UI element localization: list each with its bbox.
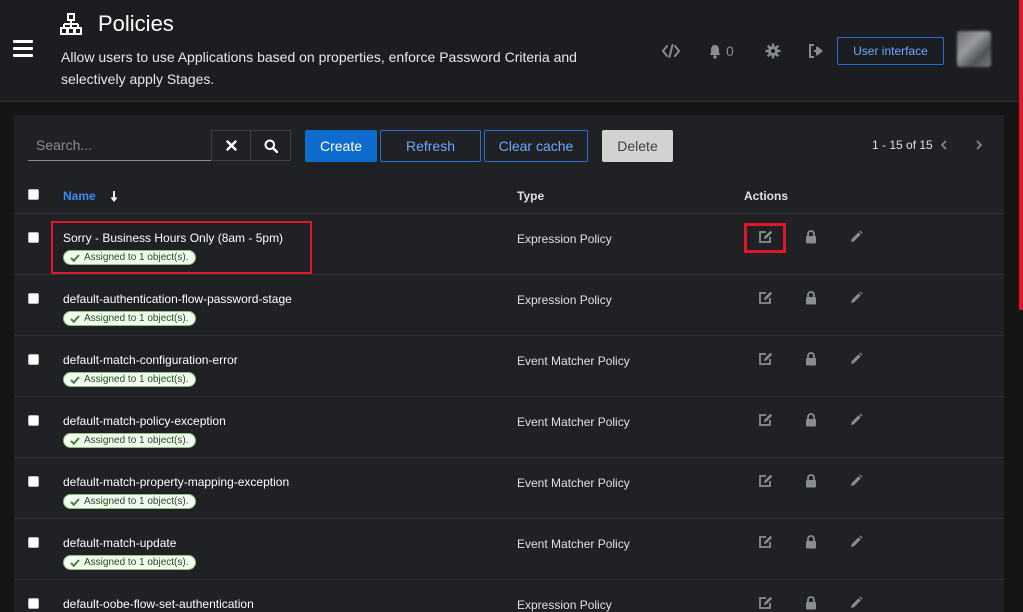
lock-icon[interactable] (803, 351, 819, 367)
edit-icon[interactable] (757, 351, 773, 367)
sign-out-icon[interactable] (808, 42, 824, 60)
page-title: Policies (98, 11, 174, 36)
search-icon (264, 139, 278, 153)
search-button[interactable] (250, 130, 291, 161)
search-field (28, 130, 211, 161)
pagination-info: 1 - 15 of 15 (872, 138, 933, 152)
row-select-checkbox[interactable] (28, 415, 39, 426)
hamburger-menu-icon[interactable] (13, 40, 33, 58)
actions-column-header: Actions (744, 189, 789, 203)
policy-name: default-match-update (63, 536, 177, 550)
highlight-box-edit (744, 223, 786, 253)
table-row: default-match-configuration-error Assigne… (14, 336, 1004, 397)
notification-count: 0 (726, 43, 734, 59)
edit-icon[interactable] (757, 534, 773, 550)
lock-icon[interactable] (803, 412, 819, 428)
assigned-badge: Assigned to 1 object(s). (63, 494, 196, 509)
policies-table-panel: Create Refresh Clear cache Delete 1 - 15… (14, 115, 1004, 612)
row-select-checkbox[interactable] (28, 232, 39, 243)
assigned-badge: Assigned to 1 object(s). (63, 372, 196, 387)
table-row: default-match-update Assigned to 1 object… (14, 519, 1004, 580)
policy-type: Expression Policy (517, 293, 612, 307)
policy-type: Expression Policy (517, 232, 612, 246)
sitemap-icon (60, 13, 82, 35)
close-icon (225, 140, 237, 151)
assigned-badge: Assigned to 1 object(s). (63, 311, 196, 326)
search-input[interactable] (28, 130, 211, 160)
notifications-button[interactable]: 0 (708, 42, 734, 60)
edit-icon[interactable] (757, 473, 773, 489)
pencil-icon[interactable] (848, 412, 864, 428)
pencil-icon[interactable] (848, 473, 864, 489)
row-select-checkbox[interactable] (28, 354, 39, 365)
name-column-header[interactable]: Name (63, 189, 118, 203)
table-row: default-oobe-flow-set-authentication Expr… (14, 580, 1004, 612)
policy-type: Expression Policy (517, 598, 612, 612)
create-button[interactable]: Create (305, 130, 377, 162)
edit-icon[interactable] (757, 290, 773, 306)
table-row: default-authentication-flow-password-sta… (14, 275, 1004, 336)
table-row: default-match-policy-exception Assigned t… (14, 397, 1004, 458)
policy-name: default-authentication-flow-password-sta… (63, 292, 292, 306)
policy-type: Event Matcher Policy (517, 476, 630, 490)
code-icon[interactable] (662, 42, 680, 60)
pencil-icon[interactable] (848, 229, 864, 245)
assigned-badge: Assigned to 1 object(s). (63, 555, 196, 570)
assigned-badge: Assigned to 1 object(s). (63, 433, 196, 448)
row-select-checkbox[interactable] (28, 293, 39, 304)
gear-icon[interactable] (765, 42, 781, 60)
row-select-checkbox[interactable] (28, 537, 39, 548)
assigned-badge-label: Assigned to 1 object(s). (84, 435, 189, 446)
edit-icon[interactable] (757, 595, 773, 611)
check-icon (70, 375, 80, 384)
pencil-icon[interactable] (848, 351, 864, 367)
row-select-checkbox[interactable] (28, 476, 39, 487)
pencil-icon[interactable] (848, 595, 864, 611)
assigned-badge-label: Assigned to 1 object(s). (84, 313, 189, 324)
check-icon (70, 314, 80, 323)
refresh-button[interactable]: Refresh (380, 130, 481, 162)
pencil-icon[interactable] (848, 290, 864, 306)
avatar[interactable] (957, 31, 991, 67)
highlight-box-name (51, 221, 312, 274)
table-row: default-match-property-mapping-exception… (14, 458, 1004, 519)
select-all-checkbox[interactable] (28, 189, 39, 200)
user-interface-button[interactable]: User interface (837, 37, 944, 65)
edit-icon[interactable] (757, 412, 773, 428)
table-row: Sorry - Business Hours Only (8am - 5pm) A… (14, 214, 1004, 275)
bell-icon (709, 44, 721, 59)
lock-icon[interactable] (803, 229, 819, 245)
previous-page-icon[interactable] (936, 137, 952, 153)
row-select-checkbox[interactable] (28, 598, 39, 609)
policy-name: default-oobe-flow-set-authentication (63, 597, 254, 611)
type-column-header: Type (517, 189, 545, 203)
pencil-icon[interactable] (848, 534, 864, 550)
check-icon (70, 558, 80, 567)
page-header: Policies Allow users to use Applications… (0, 0, 1023, 102)
next-page-icon[interactable] (971, 137, 987, 153)
lock-icon[interactable] (803, 473, 819, 489)
clear-cache-button[interactable]: Clear cache (484, 130, 588, 162)
policy-name: default-match-policy-exception (63, 414, 226, 428)
assigned-badge-label: Assigned to 1 object(s). (84, 374, 189, 385)
check-icon (70, 436, 80, 445)
policy-type: Event Matcher Policy (517, 354, 630, 368)
sort-down-icon (110, 191, 117, 202)
policy-name: default-match-configuration-error (63, 353, 238, 367)
name-column-label: Name (63, 189, 96, 203)
lock-icon[interactable] (803, 290, 819, 306)
lock-icon[interactable] (803, 534, 819, 550)
clear-search-button[interactable] (211, 130, 251, 161)
policy-type: Event Matcher Policy (517, 415, 630, 429)
assigned-badge-label: Assigned to 1 object(s). (84, 557, 189, 568)
page-description: Allow users to use Applications based on… (61, 49, 577, 87)
check-icon (70, 497, 80, 506)
scrollbar[interactable] (1019, 0, 1023, 310)
policy-type: Event Matcher Policy (517, 537, 630, 551)
lock-icon[interactable] (803, 595, 819, 611)
assigned-badge-label: Assigned to 1 object(s). (84, 496, 189, 507)
policy-name: default-match-property-mapping-exception (63, 475, 290, 489)
delete-button[interactable]: Delete (602, 130, 673, 162)
